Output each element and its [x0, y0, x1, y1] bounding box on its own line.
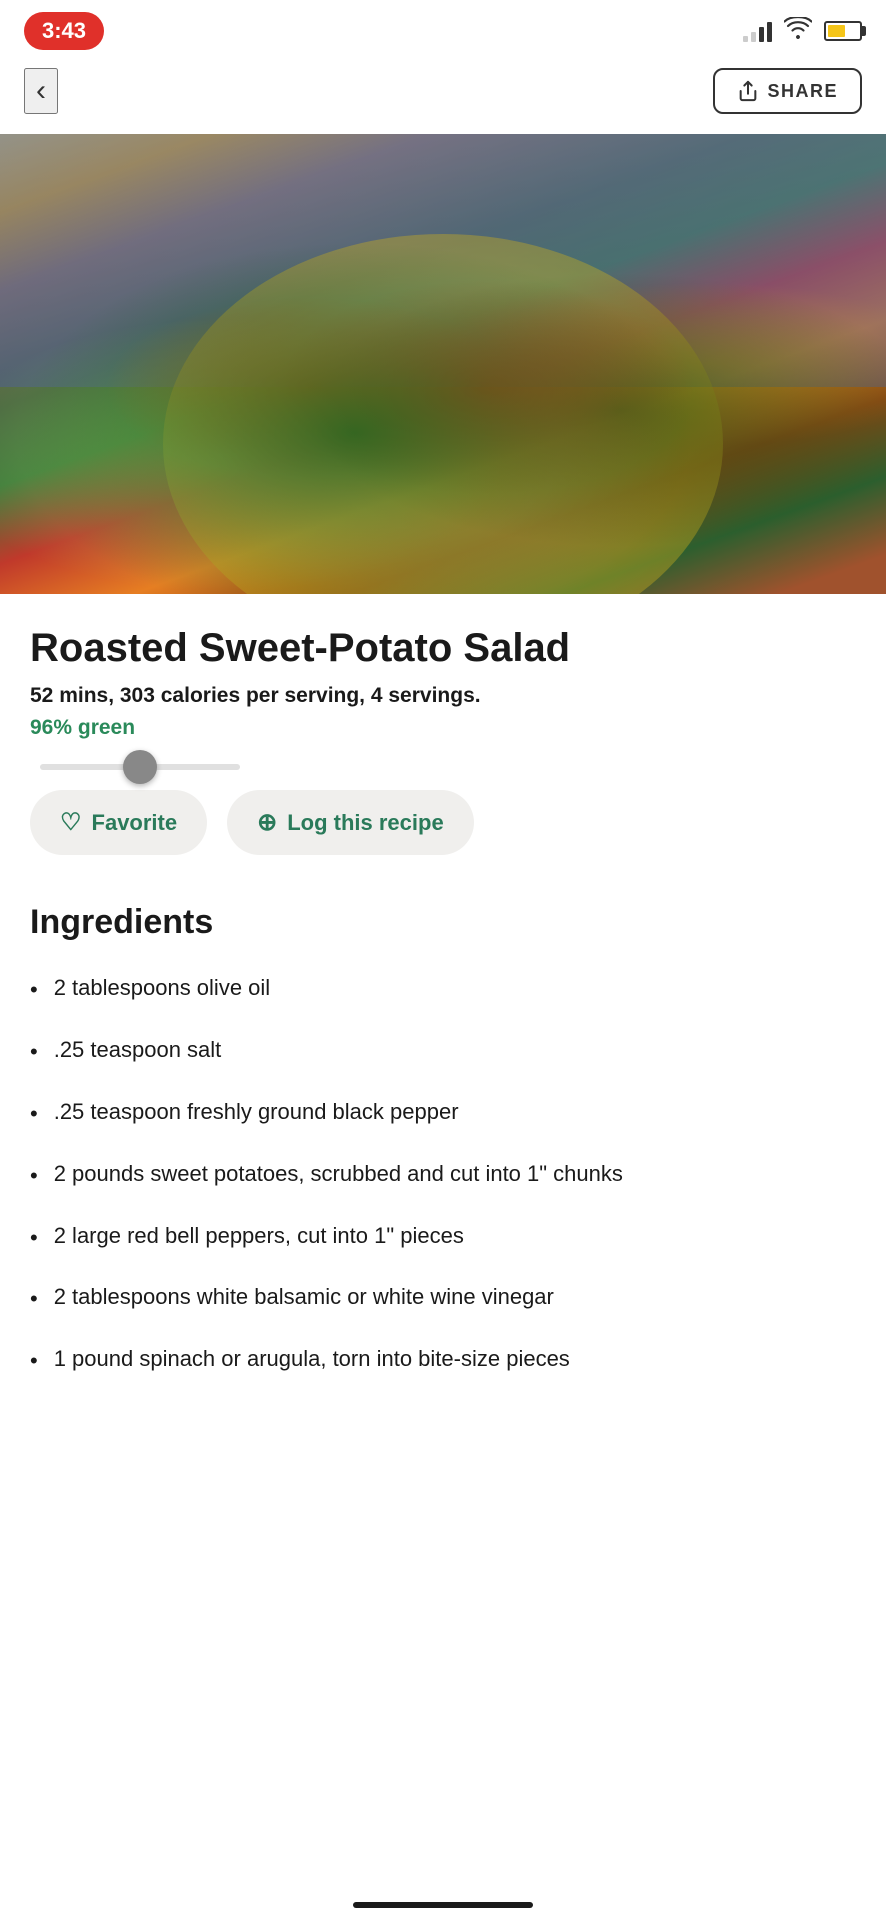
bullet: • [30, 1222, 38, 1254]
signal-bar-4 [767, 22, 772, 42]
bullet: • [30, 1036, 38, 1068]
log-recipe-button[interactable]: ⊕ Log this recipe [227, 790, 474, 855]
signal-bars-icon [743, 20, 772, 42]
battery-fill [828, 25, 845, 37]
heart-icon: ♡ [60, 808, 82, 837]
ingredient-text: .25 teaspoon salt [54, 1034, 222, 1066]
list-item: • 2 large red bell peppers, cut into 1" p… [30, 1220, 856, 1254]
ingredients-heading: Ingredients [30, 903, 856, 942]
recipe-title: Roasted Sweet-Potato Salad [30, 624, 856, 672]
bullet: • [30, 1283, 38, 1315]
list-item: • .25 teaspoon salt [30, 1034, 856, 1068]
list-item: • 2 pounds sweet potatoes, scrubbed and c… [30, 1158, 856, 1192]
favorite-label: Favorite [92, 810, 178, 836]
action-buttons: ♡ Favorite ⊕ Log this recipe [30, 790, 856, 855]
status-bar: 3:43 [0, 0, 886, 58]
slider-thumb[interactable] [123, 750, 157, 784]
signal-bar-3 [759, 27, 764, 42]
ingredient-text: 2 tablespoons olive oil [54, 972, 270, 1004]
log-recipe-label: Log this recipe [287, 810, 443, 836]
ingredient-text: 1 pound spinach or arugula, torn into bi… [54, 1343, 570, 1375]
nav-bar: ‹ SHARE [0, 58, 886, 134]
recipe-meta: 52 mins, 303 calories per serving, 4 ser… [30, 684, 856, 708]
list-item: • 1 pound spinach or arugula, torn into b… [30, 1343, 856, 1377]
list-item: • .25 teaspoon freshly ground black peppe… [30, 1096, 856, 1130]
signal-bar-1 [743, 36, 748, 42]
ingredient-list: • 2 tablespoons olive oil • .25 teaspoon sa… [30, 972, 856, 1377]
share-icon [737, 80, 759, 102]
bullet: • [30, 1098, 38, 1130]
wifi-icon [784, 17, 812, 45]
list-item: • 2 tablespoons white balsamic or white w… [30, 1281, 856, 1315]
home-indicator [353, 1902, 533, 1908]
slider-track[interactable] [40, 764, 240, 770]
food-layer [0, 134, 886, 594]
battery-icon [824, 21, 862, 41]
back-button[interactable]: ‹ [24, 68, 58, 114]
share-button[interactable]: SHARE [713, 68, 862, 114]
ingredient-text: 2 large red bell peppers, cut into 1" pi… [54, 1220, 464, 1252]
ingredient-text: 2 pounds sweet potatoes, scrubbed and cu… [54, 1158, 623, 1190]
ingredient-text: 2 tablespoons white balsamic or white wi… [54, 1281, 554, 1313]
bullet: • [30, 974, 38, 1006]
recipe-image [0, 134, 886, 594]
bullet: • [30, 1345, 38, 1377]
ingredient-text: .25 teaspoon freshly ground black pepper [54, 1096, 459, 1128]
recipe-content: Roasted Sweet-Potato Salad 52 mins, 303 … [0, 594, 886, 1465]
favorite-button[interactable]: ♡ Favorite [30, 790, 207, 855]
plus-circle-icon: ⊕ [257, 808, 277, 837]
green-badge: 96% green [30, 716, 856, 740]
status-icons [743, 17, 862, 45]
bullet: • [30, 1160, 38, 1192]
portion-slider-container [30, 764, 856, 770]
list-item: • 2 tablespoons olive oil [30, 972, 856, 1006]
status-time: 3:43 [24, 12, 104, 50]
signal-bar-2 [751, 32, 756, 42]
share-label: SHARE [767, 81, 838, 102]
